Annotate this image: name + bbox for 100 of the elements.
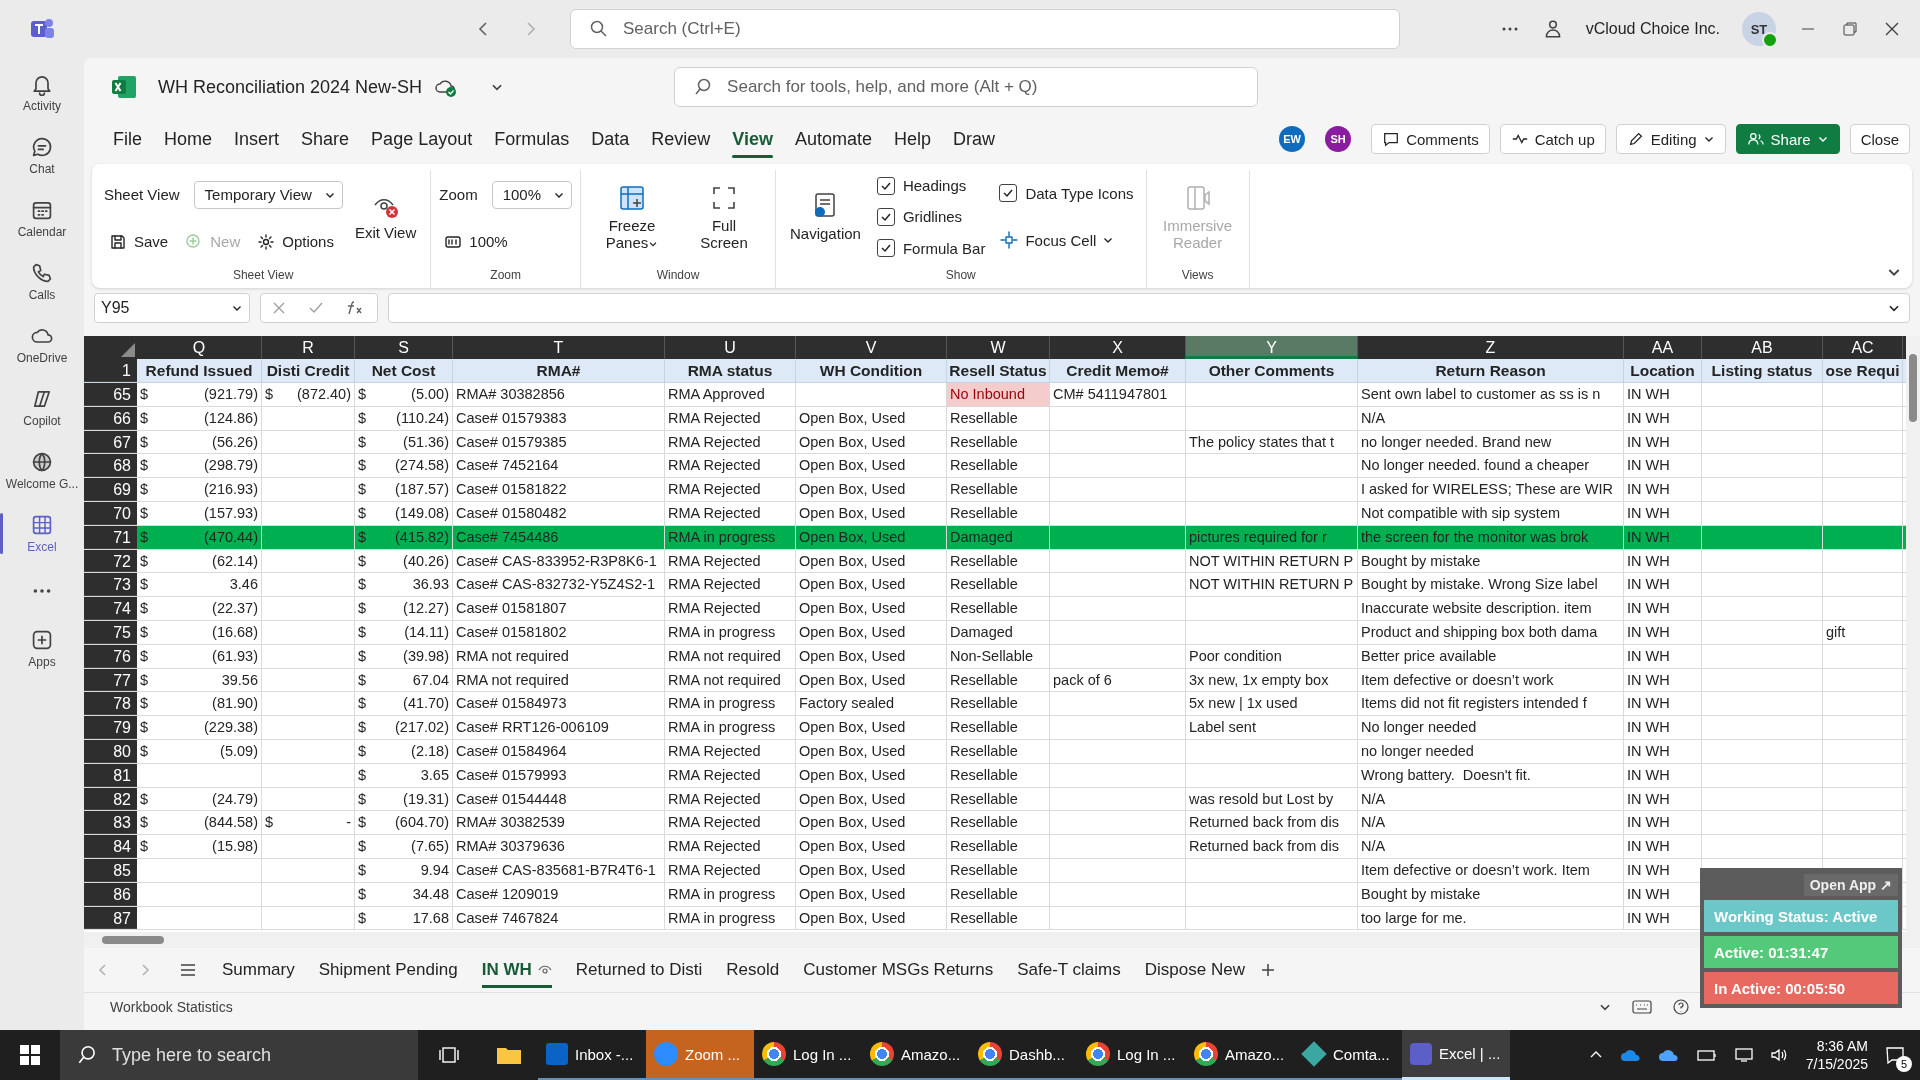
ribbon-button[interactable]: Navigation xyxy=(784,187,867,247)
ribbon-button[interactable]: Freeze Panes xyxy=(589,178,675,256)
row-header[interactable]: 87 xyxy=(84,906,137,930)
row-header[interactable]: 69 xyxy=(84,478,137,501)
rail-item[interactable]: Welcome G... xyxy=(0,446,84,495)
row-header[interactable]: 86 xyxy=(84,882,137,906)
cloud-icon[interactable] xyxy=(1619,1047,1642,1063)
row-header[interactable]: 83 xyxy=(84,811,137,835)
dropdown[interactable]: 100% xyxy=(491,180,572,209)
share-button[interactable]: Share xyxy=(1735,124,1840,154)
menu-tab[interactable]: Automate xyxy=(784,120,884,158)
scrollbar-thumb[interactable] xyxy=(1909,354,1917,422)
rail-item[interactable]: Apps xyxy=(0,624,84,673)
rail-item[interactable]: Calendar xyxy=(0,194,84,243)
menu-tab[interactable]: Home xyxy=(153,120,224,158)
column-header[interactable]: Y xyxy=(1186,336,1358,359)
sheet-tab[interactable]: IN WH xyxy=(471,950,562,990)
taskbar-app[interactable]: Log In ... xyxy=(1078,1030,1186,1080)
select-all-icon[interactable] xyxy=(121,343,135,357)
dropdown[interactable]: Temporary View xyxy=(193,180,343,209)
row-header[interactable]: 75 xyxy=(84,620,137,644)
checkbox[interactable]: Formula Bar xyxy=(872,237,990,260)
restore-icon[interactable] xyxy=(1840,19,1860,39)
row-header[interactable]: 66 xyxy=(84,406,137,430)
checkbox[interactable]: Headings xyxy=(872,174,971,197)
row-header[interactable]: 77 xyxy=(84,668,137,692)
taskbar-search[interactable]: Type here to search xyxy=(60,1030,418,1080)
ribbon-button[interactable]: Full Screen xyxy=(681,178,767,256)
row-header[interactable]: 76 xyxy=(84,644,137,668)
checkbox[interactable]: Gridlines xyxy=(872,206,967,228)
menu-tab[interactable]: Data xyxy=(580,120,641,158)
battery-icon[interactable] xyxy=(1695,1047,1718,1063)
formula-input[interactable] xyxy=(388,293,1910,323)
taskbar-app[interactable]: Dashb... xyxy=(970,1030,1078,1080)
notification-icon[interactable] xyxy=(1884,1044,1906,1066)
sheet-tab[interactable]: Summary xyxy=(212,950,305,990)
search-field[interactable]: Search for tools, help, and more (Alt + Q) xyxy=(674,67,1259,107)
menu-tab[interactable]: Share xyxy=(290,120,361,158)
toolbar-button[interactable]: Catch up xyxy=(1499,124,1606,154)
task-view-icon[interactable] xyxy=(438,1044,460,1066)
row-header[interactable]: 81 xyxy=(84,763,137,787)
sheet-tab[interactable]: Dispose New xyxy=(1134,950,1255,990)
toolbar-button[interactable]: Close xyxy=(1849,124,1910,154)
row-header[interactable]: 1 xyxy=(84,359,137,382)
taskbar-app[interactable]: Excel | ... xyxy=(1402,1030,1510,1080)
menu-tab[interactable]: File xyxy=(102,120,153,158)
taskbar-app[interactable]: Log In ... xyxy=(754,1030,862,1080)
row-header[interactable]: 79 xyxy=(84,716,137,739)
row-header[interactable]: 74 xyxy=(84,597,137,620)
help-icon[interactable] xyxy=(1672,998,1690,1016)
sheet-tab[interactable]: Customer MSGs Returns xyxy=(793,950,1004,990)
monitor-icon[interactable] xyxy=(1733,1047,1754,1063)
rail-item[interactable]: Activity xyxy=(0,68,84,117)
rail-item[interactable]: OneDrive xyxy=(0,320,84,369)
menu-tab[interactable]: Page Layout xyxy=(360,120,484,158)
row-header[interactable]: 68 xyxy=(84,454,137,478)
cloud-icon[interactable] xyxy=(1657,1047,1680,1063)
toolbar-button[interactable]: Focus Cell xyxy=(995,228,1119,252)
open-app-button[interactable]: Open App ↗ xyxy=(1803,874,1898,896)
taskbar-app[interactable]: Zoom ... xyxy=(646,1030,754,1080)
sheet-tab[interactable]: Safe-T claims xyxy=(1007,950,1131,990)
row-header[interactable]: 70 xyxy=(84,502,137,525)
avatar[interactable]: ST xyxy=(1742,12,1776,46)
toolbar-button[interactable]: Save xyxy=(104,229,173,254)
collaborator-avatar[interactable]: SH xyxy=(1325,126,1352,152)
toolbar-button[interactable]: Options xyxy=(252,229,338,254)
row-header[interactable]: 80 xyxy=(84,739,137,763)
collaborator-avatar[interactable]: EW xyxy=(1279,126,1306,152)
toolbar-button[interactable]: Comments xyxy=(1371,124,1490,154)
row-header[interactable]: 67 xyxy=(84,430,137,454)
mode-button[interactable]: Editing xyxy=(1615,124,1726,154)
menu-tab[interactable]: Draw xyxy=(942,120,1007,158)
taskbar-app[interactable]: Amazo... xyxy=(862,1030,970,1080)
sheet-tab[interactable]: Returned to Disti xyxy=(565,950,713,990)
row-header[interactable]: 72 xyxy=(84,549,137,573)
menu-tab[interactable]: Help xyxy=(883,120,943,158)
checkbox[interactable]: Data Type Icons xyxy=(995,182,1138,204)
row-header[interactable]: 84 xyxy=(84,835,137,858)
toolbar-button[interactable]: 100% xyxy=(439,229,512,254)
rail-item[interactable]: Chat xyxy=(0,131,84,180)
row-header[interactable]: 78 xyxy=(84,692,137,716)
menu-tab[interactable]: View xyxy=(721,120,784,158)
check-icon[interactable] xyxy=(308,300,324,316)
menu-tab[interactable]: Formulas xyxy=(483,120,581,158)
row-header[interactable]: 65 xyxy=(84,383,137,406)
search-field[interactable]: Search (Ctrl+E) xyxy=(570,9,1400,49)
keyboard-icon[interactable] xyxy=(1632,999,1652,1015)
excel-logo-icon[interactable] xyxy=(110,73,138,101)
rail-item[interactable]: Calls xyxy=(0,257,84,306)
rail-item[interactable]: Copilot xyxy=(0,383,84,432)
menu-tab[interactable]: Insert xyxy=(223,120,291,158)
name-box[interactable]: Y95 xyxy=(94,293,250,323)
taskbar-app[interactable]: Amazo... xyxy=(1186,1030,1294,1080)
ribbon-button[interactable]: Exit View xyxy=(348,188,423,246)
row-header[interactable]: 82 xyxy=(84,787,137,811)
scrollbar-thumb[interactable] xyxy=(102,936,164,944)
sheet-tab[interactable]: Resold xyxy=(716,950,790,990)
row-header[interactable]: 71 xyxy=(84,525,137,549)
sheet-tab[interactable]: Shipment Pending xyxy=(308,950,468,990)
row-header[interactable]: 73 xyxy=(84,573,137,597)
